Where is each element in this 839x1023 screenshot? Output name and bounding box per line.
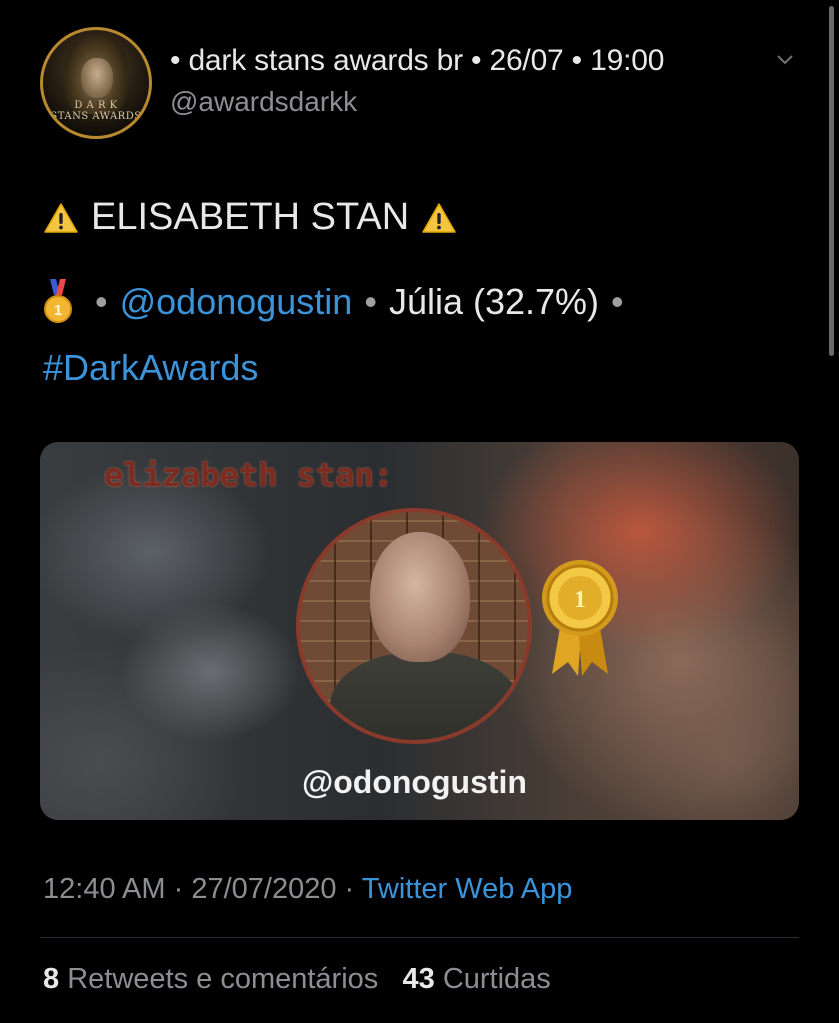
separator-dot: ·	[173, 873, 184, 905]
media-title: elizabeth stan:	[104, 456, 393, 494]
award-ribbon-icon: 1	[542, 560, 618, 676]
tweet-time: 12:40 AM	[43, 873, 166, 905]
tweet-date: 27/07/2020	[191, 873, 337, 905]
engagement-stats: 8 Retweets e comentários 43 Curtidas	[43, 963, 551, 996]
tweet-media-image[interactable]: elizabeth stan: 1 @odonogustin	[40, 442, 799, 820]
media-handle: @odonogustin	[302, 764, 527, 800]
warning-icon	[44, 202, 78, 233]
author-name-line[interactable]: • dark stans awards br • 26/07 • 19:00	[170, 44, 664, 78]
retweets-stat[interactable]: 8 Retweets e comentários	[43, 963, 386, 995]
avatar[interactable]: D A R K STANS AWARDS	[40, 27, 152, 139]
svg-text:1: 1	[574, 587, 586, 613]
likes-count: 43	[402, 963, 435, 995]
tweet-timestamp: 12:40 AM · 27/07/2020 · Twitter Web App	[43, 873, 572, 906]
likes-stat[interactable]: 43 Curtidas	[402, 963, 550, 995]
first-place-medal-icon: 1	[44, 279, 72, 323]
hashtag-link[interactable]: #DarkAwards	[43, 347, 258, 388]
tweet-detail-page: D A R K STANS AWARDS • dark stans awards…	[0, 0, 839, 1023]
retweets-label: Retweets e comentários	[67, 963, 379, 995]
bullet: •	[95, 281, 108, 322]
warning-icon	[422, 202, 456, 233]
bullet: •	[364, 281, 377, 322]
svg-text:1: 1	[54, 302, 62, 319]
author-handle[interactable]: @awardsdarkk	[170, 86, 357, 118]
bullet: •	[611, 281, 624, 322]
tweet-title: ELISABETH STAN	[91, 196, 410, 238]
mention-link[interactable]: @odonogustin	[120, 281, 353, 323]
source-app-link[interactable]: Twitter Web App	[362, 873, 573, 905]
separator-dot: ·	[344, 873, 355, 905]
chevron-down-icon[interactable]	[775, 52, 795, 68]
avatar-logo-text: D A R K STANS AWARDS	[50, 100, 142, 122]
likes-label: Curtidas	[442, 963, 551, 995]
portrait-photo	[296, 508, 532, 744]
divider	[40, 937, 799, 938]
retweets-count: 8	[43, 963, 60, 995]
scrollbar[interactable]	[829, 6, 834, 356]
result-text: Júlia (32.7%)	[388, 281, 600, 322]
tweet-title-line: ELISABETH STAN	[43, 196, 457, 239]
tweet-result-line: 1 • @odonogustin • Júlia (32.7%) •	[43, 279, 636, 325]
